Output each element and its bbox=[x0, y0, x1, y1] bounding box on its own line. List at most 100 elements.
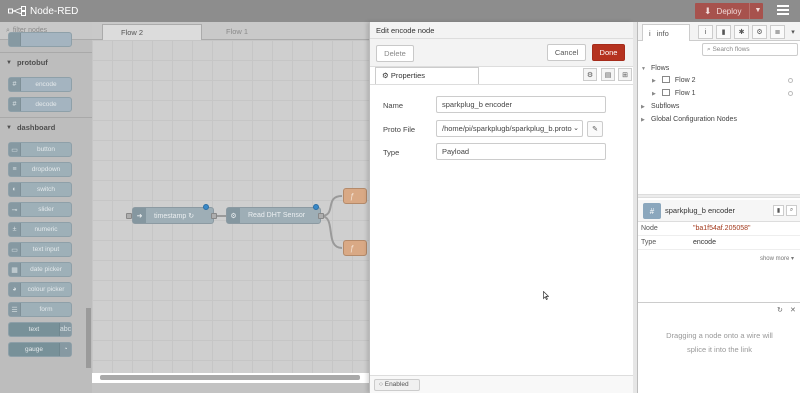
palette-node-label: text input bbox=[32, 246, 60, 253]
search-flows-placeholder: Search flows bbox=[712, 46, 750, 53]
status-circle-icon bbox=[788, 78, 793, 83]
info-value[interactable]: "ba1f54af.205058" bbox=[693, 222, 751, 236]
palette-node-numeric[interactable]: ± numeric bbox=[8, 222, 72, 237]
delete-button[interactable]: Delete bbox=[376, 45, 414, 62]
flow-node-timestamp[interactable]: ➜ timestamp ↻ bbox=[132, 207, 214, 224]
name-field[interactable]: sparkplug_b encoder bbox=[436, 96, 606, 113]
search-icon[interactable]: ⌕ bbox=[786, 205, 797, 216]
bug-icon[interactable]: ✱ bbox=[734, 25, 749, 39]
deploy-label: Deploy bbox=[716, 6, 742, 16]
app-logo: Node-RED bbox=[8, 6, 78, 17]
chevron-down-icon[interactable]: ▾ bbox=[787, 25, 799, 39]
palette-node-partial[interactable] bbox=[8, 32, 72, 47]
palette-node-encode[interactable]: # encode bbox=[8, 77, 72, 92]
name-label: Name bbox=[383, 101, 404, 110]
palette-node-slider[interactable]: ⊸ slider bbox=[8, 202, 72, 217]
database-icon[interactable]: ≣ bbox=[770, 25, 785, 39]
info-row-node: Node "ba1f54af.205058" bbox=[638, 222, 800, 236]
chevron-right-icon: ▶ bbox=[641, 117, 645, 123]
flow-icon bbox=[661, 76, 670, 83]
settings-gear-icon[interactable]: ⚙ bbox=[583, 68, 597, 81]
search-flows-input[interactable]: ⌕ Search flows bbox=[702, 43, 798, 56]
tree-item-flow-2[interactable]: ▶ Flow 2 bbox=[638, 74, 800, 87]
button-icon: ▭ bbox=[9, 143, 21, 156]
edit-pencil-icon[interactable]: ✎ bbox=[587, 121, 603, 137]
selected-node-header: # sparkplug_b encoder ▮ ⌕ bbox=[638, 200, 800, 222]
enabled-label: Enabled bbox=[384, 381, 409, 388]
help-panel: ↻ ✕ Dragging a node onto a wire will spl… bbox=[638, 302, 800, 393]
hash-icon: # bbox=[9, 98, 21, 111]
tree-item-label: Flow 2 bbox=[674, 77, 696, 84]
gear-icon: ⚙ bbox=[382, 71, 391, 80]
node-red-logo-icon bbox=[8, 6, 26, 16]
palette-node-label: colour picker bbox=[27, 286, 65, 293]
palette-node-text-input[interactable]: ▭ text input bbox=[8, 242, 72, 257]
palette-node-label: gauge bbox=[24, 346, 44, 353]
done-button[interactable]: Done bbox=[592, 44, 625, 61]
palette-node-colour-picker[interactable]: ◕ colour picker bbox=[8, 282, 72, 297]
tab-info[interactable]: i info bbox=[642, 24, 690, 41]
palette-node-text[interactable]: text abc bbox=[8, 322, 72, 337]
type-field[interactable]: Payload bbox=[436, 143, 606, 160]
cancel-button[interactable]: Cancel bbox=[547, 44, 586, 61]
refresh-icon[interactable]: ↻ bbox=[777, 306, 783, 314]
sidebar-section-divider[interactable] bbox=[638, 194, 800, 198]
tree-global-config[interactable]: ▶ Global Configuration Nodes bbox=[638, 113, 800, 126]
palette-node-dropdown[interactable]: ≡ dropdown bbox=[8, 162, 72, 177]
palette-node-switch[interactable]: ◐ switch bbox=[8, 182, 72, 197]
proto-file-label: Proto File bbox=[383, 125, 416, 134]
palette-category-dashboard[interactable]: ▼ dashboard bbox=[0, 117, 92, 137]
palette-node-label: form bbox=[39, 306, 53, 313]
tab-properties[interactable]: ⚙ Properties bbox=[375, 67, 479, 84]
tab-properties-label: Properties bbox=[390, 71, 425, 80]
node-output-port[interactable] bbox=[211, 213, 217, 219]
palette-category-protobuf[interactable]: ▼ protobuf bbox=[0, 52, 92, 72]
palette-node-decode[interactable]: # decode bbox=[8, 97, 72, 112]
tree-subflows[interactable]: ▶ Subflows bbox=[638, 100, 800, 113]
proto-file-select[interactable]: /home/pi/sparkplugb/sparkplug_b.proto ⌄ bbox=[436, 120, 583, 137]
numeric-icon: ± bbox=[9, 223, 21, 236]
palette-scrollbar[interactable] bbox=[86, 308, 91, 368]
palette-node-form[interactable]: ☰ form bbox=[8, 302, 72, 317]
deploy-button[interactable]: ⬇ Deploy ▼ bbox=[695, 3, 763, 19]
app-title: Node-RED bbox=[30, 5, 79, 17]
enabled-toggle[interactable]: ○ Enabled bbox=[374, 379, 420, 391]
palette-node-label: dropdown bbox=[31, 166, 61, 173]
tray-footer: ○ Enabled bbox=[370, 375, 634, 393]
palette-category-label: dashboard bbox=[16, 123, 56, 132]
info-icon: i bbox=[649, 28, 651, 38]
palette-node-button[interactable]: ▭ button bbox=[8, 142, 72, 157]
node-palette: ⌕ filter nodes ▼ protobuf # encode # decod… bbox=[0, 22, 92, 393]
deploy-icon: ⬇ bbox=[704, 5, 712, 16]
flow-node-read-dht-sensor[interactable]: ⚙ Read DHT Sensor bbox=[226, 207, 321, 224]
flow-canvas[interactable]: ➜ timestamp ↻ ⚙ Read DHT Sensor ƒ ƒ bbox=[92, 40, 369, 373]
function-node-2[interactable]: ƒ bbox=[343, 240, 367, 256]
hash-icon: # bbox=[9, 78, 21, 91]
tree-global-config-label: Global Configuration Nodes bbox=[650, 116, 737, 123]
palette-node-gauge[interactable]: gauge ◔ bbox=[8, 342, 72, 357]
deploy-options-chevron-icon[interactable]: ▼ bbox=[749, 3, 761, 19]
tab-flow-1[interactable]: Flow 1 bbox=[208, 24, 298, 40]
appearance-grid-icon[interactable]: ⊞ bbox=[618, 68, 632, 81]
show-more-link[interactable]: show more ▾ bbox=[760, 255, 794, 262]
tree-item-flow-1[interactable]: ▶ Flow 1 bbox=[638, 87, 800, 100]
main-menu-icon[interactable] bbox=[777, 5, 789, 17]
status-circle-icon bbox=[788, 91, 793, 96]
info-tab-icon[interactable]: i bbox=[698, 25, 713, 39]
palette-node-label: date picker bbox=[30, 266, 62, 273]
node-output-port[interactable] bbox=[318, 213, 324, 219]
sensor-node-icon: ⚙ bbox=[227, 208, 240, 223]
book-icon[interactable]: ▮ bbox=[773, 205, 784, 216]
palette-node-label: encode bbox=[35, 81, 57, 88]
function-node-1[interactable]: ƒ bbox=[343, 188, 367, 204]
palette-node-date-picker[interactable]: ▦ date picker bbox=[8, 262, 72, 277]
tab-flow-2[interactable]: Flow 2 bbox=[102, 24, 202, 40]
canvas-horizontal-scrollbar[interactable] bbox=[100, 375, 360, 380]
close-icon[interactable]: ✕ bbox=[790, 306, 796, 314]
tray-title: Edit encode node bbox=[370, 22, 634, 39]
book-icon[interactable]: ▮ bbox=[716, 25, 731, 39]
description-doc-icon[interactable]: ▤ bbox=[601, 68, 615, 81]
gear-icon[interactable]: ⚙ bbox=[752, 25, 767, 39]
info-value: encode bbox=[693, 239, 716, 246]
canvas-footer bbox=[92, 383, 369, 393]
